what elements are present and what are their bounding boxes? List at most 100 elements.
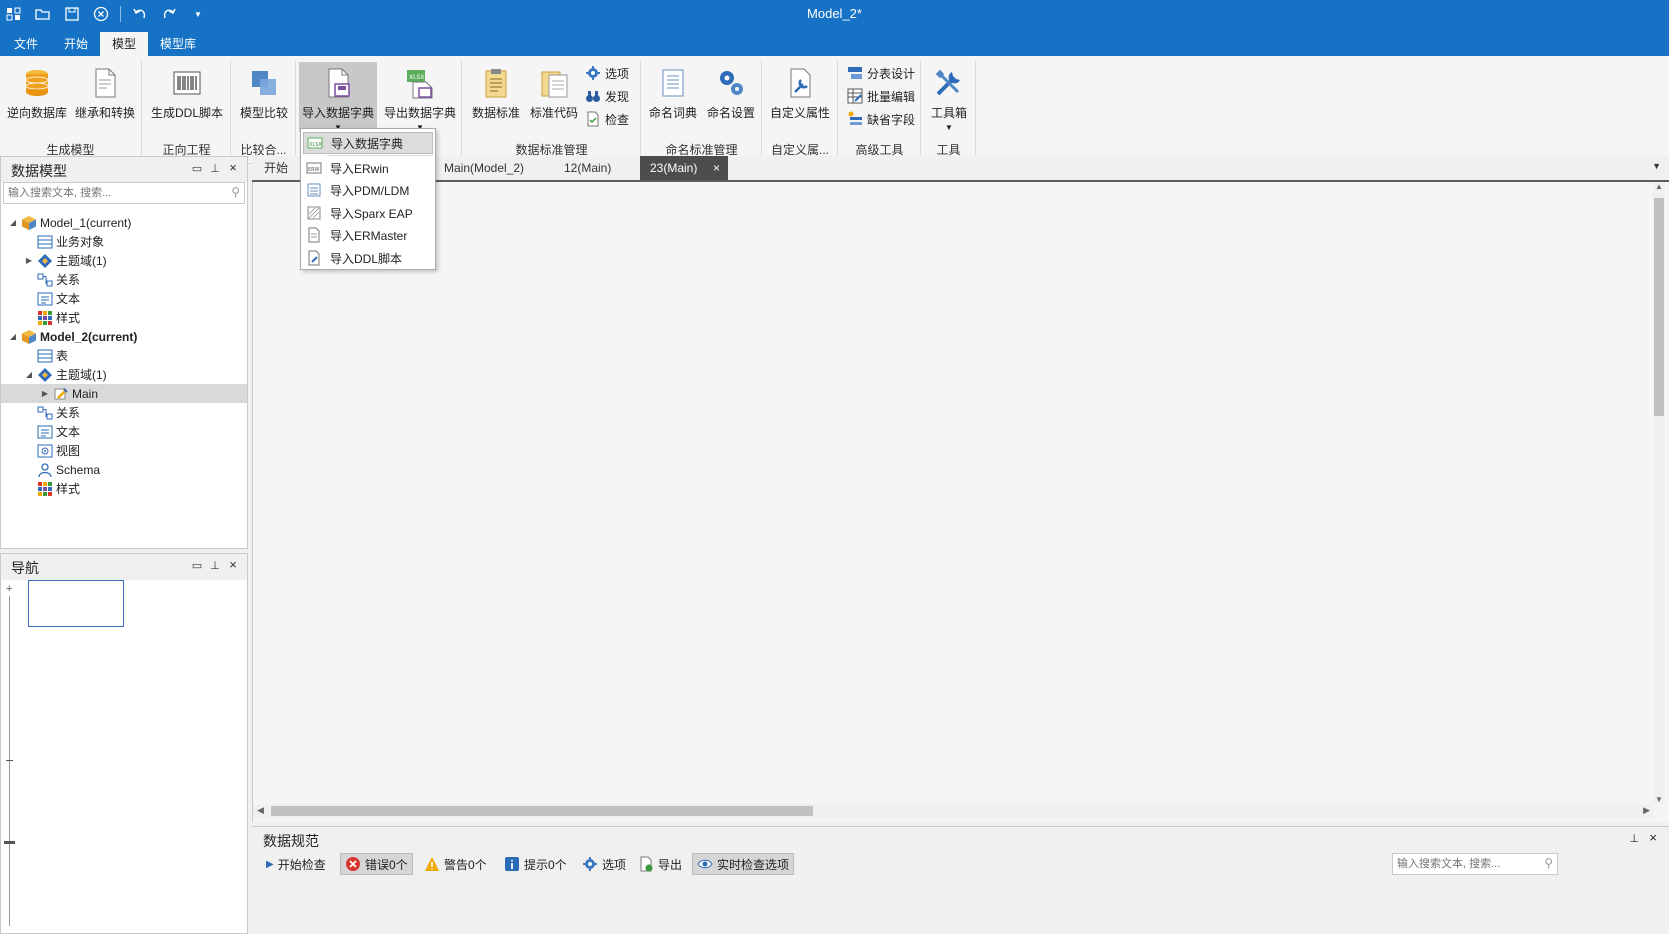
tree-item-styles[interactable]: 样式	[1, 479, 247, 498]
model-search-field[interactable]: ⚲	[3, 182, 245, 204]
tab-main-model-2[interactable]: Main(Model_2)	[434, 156, 534, 180]
diagram-canvas[interactable]: ▲ ▼ ◀ ▶	[252, 182, 1669, 822]
document-wrench-icon	[790, 68, 811, 98]
menu-item-import-pdm[interactable]: 导入PDM/LDM	[303, 179, 433, 201]
scroll-left-icon[interactable]: ◀	[257, 805, 264, 816]
custom-attributes-button[interactable]: 自定义属性	[767, 62, 833, 134]
menu-item-import-sparx[interactable]: 导入Sparx EAP	[303, 202, 433, 224]
tab-start[interactable]: 开始	[52, 32, 100, 56]
title-bar: ▼ Model_2* 文件 开始 模型 模型库	[0, 0, 1669, 56]
realtime-check-options-button[interactable]: 实时检查选项	[692, 853, 795, 875]
tree-item-model-1[interactable]: ◢ Model_1(current)	[1, 213, 247, 232]
generate-ddl-button[interactable]: 生成DDL脚本	[149, 62, 225, 134]
tree-item-tables[interactable]: 表	[1, 346, 247, 365]
eye-icon	[697, 859, 713, 869]
expand-arrow-icon[interactable]: ▶	[23, 256, 35, 265]
tree-item-relations[interactable]: 关系	[1, 403, 247, 422]
batch-edit-button[interactable]: 批量编辑	[847, 85, 915, 107]
start-check-button[interactable]: ▶ 开始检查	[262, 853, 330, 875]
tab-model-library[interactable]: 模型库	[148, 32, 208, 56]
maximize-icon[interactable]: ▭	[190, 162, 204, 175]
tree-item-views[interactable]: 视图	[1, 441, 247, 460]
export-button[interactable]: 导出	[634, 853, 686, 875]
subject-area-icon	[38, 253, 52, 268]
errors-filter-button[interactable]: 错误0个	[340, 853, 413, 875]
data-standard-button[interactable]: 数据标准	[469, 62, 523, 134]
issues-search-field[interactable]: ⚲	[1392, 853, 1558, 875]
collapse-arrow-icon[interactable]: ◢	[7, 218, 19, 227]
zoom-in-icon[interactable]: +	[6, 583, 12, 595]
close-icon[interactable]: ×	[226, 160, 240, 175]
ribbon: 逆向数据库 继承和转换 生成模型 生成DDL脚本 正向工程 模型比较 比较合..…	[0, 56, 1669, 164]
pin-icon[interactable]: ⊥	[208, 559, 222, 572]
pin-icon[interactable]: ⊥	[1629, 832, 1639, 845]
tab-file[interactable]: 文件	[0, 32, 52, 56]
gear-icon	[586, 66, 600, 80]
table-split-button[interactable]: 分表设计	[847, 62, 915, 84]
close-icon[interactable]: ×	[1649, 830, 1657, 845]
start-check-label: 开始检查	[277, 857, 326, 872]
hints-filter-button[interactable]: 提示0个	[500, 853, 571, 875]
check-options-button[interactable]: 选项	[578, 853, 630, 875]
horizontal-scrollbar[interactable]: ◀ ▶	[253, 804, 1654, 818]
tree-item-relations[interactable]: 关系	[1, 270, 247, 289]
tree-item-main-diagram[interactable]: ▶ Main	[1, 384, 247, 403]
export-dictionary-button[interactable]: XLSX 导出数据字典 ▼	[381, 62, 459, 134]
menu-item-import-erwin[interactable]: ERW 导入ERwin	[303, 157, 433, 179]
tab-23-main[interactable]: 23(Main) ×	[640, 156, 728, 180]
vertical-scrollbar-thumb[interactable]	[1654, 198, 1664, 416]
table-icon	[37, 349, 53, 362]
model-tree: ◢ Model_1(current) 业务对象 ▶ 主题域(1) 关系 文本 样…	[1, 213, 247, 498]
split-table-icon	[848, 67, 862, 79]
tree-item-subject-area[interactable]: ◢ 主题域(1)	[1, 365, 247, 384]
naming-settings-button[interactable]: 命名设置	[704, 62, 758, 134]
tab-list-dropdown-icon[interactable]: ▼	[1652, 161, 1661, 171]
navigation-panel: 导航 ▭ ⊥ × +	[0, 553, 248, 934]
issues-search-input[interactable]	[1393, 854, 1557, 874]
scroll-up-icon[interactable]: ▲	[1655, 182, 1663, 191]
sparx-icon	[307, 206, 321, 220]
menu-item-import-ddl[interactable]: 导入DDL脚本	[303, 247, 433, 269]
maximize-icon[interactable]: ▭	[190, 559, 204, 572]
collapse-arrow-icon[interactable]: ◢	[23, 370, 35, 379]
model-search-input[interactable]	[4, 183, 244, 203]
tree-item-schema[interactable]: Schema	[1, 460, 247, 479]
tree-item-text[interactable]: 文本	[1, 289, 247, 308]
model-compare-button[interactable]: 模型比较	[236, 62, 292, 134]
navigation-viewport[interactable]	[28, 580, 124, 627]
inherit-convert-button[interactable]: 继承和转换	[74, 62, 136, 134]
warning-icon	[425, 857, 439, 871]
pin-icon[interactable]: ⊥	[208, 162, 222, 175]
zoom-slider-thumb[interactable]	[4, 841, 15, 844]
menu-item-import-ermaster[interactable]: 导入ERMaster	[303, 224, 433, 246]
options-button[interactable]: 选项	[585, 62, 629, 84]
standard-code-button[interactable]: 标准代码	[527, 62, 581, 134]
data-model-panel: 数据模型 ▭ ⊥ × ⚲ ◢ Model_1(current) 业务对象 ▶ 主…	[0, 156, 248, 549]
collapse-arrow-icon[interactable]: ◢	[7, 332, 19, 341]
warnings-filter-button[interactable]: 警告0个	[420, 853, 491, 875]
naming-dictionary-button[interactable]: 命名词典	[646, 62, 700, 134]
scroll-down-icon[interactable]: ▼	[1655, 795, 1663, 804]
tree-item-subject-area[interactable]: ▶ 主题域(1)	[1, 251, 247, 270]
reverse-database-button[interactable]: 逆向数据库	[6, 62, 68, 134]
tab-12-main[interactable]: 12(Main)	[554, 156, 621, 180]
default-fields-button[interactable]: 缺省字段	[847, 108, 915, 130]
tree-item-model-2[interactable]: ◢ Model_2(current)	[1, 327, 247, 346]
horizontal-scrollbar-thumb[interactable]	[271, 806, 813, 816]
check-button[interactable]: 检查	[585, 108, 629, 130]
expand-arrow-icon[interactable]: ▶	[39, 389, 51, 398]
toolbox-button[interactable]: 工具箱 ▼	[926, 62, 972, 134]
tree-item-business-objects[interactable]: 业务对象	[1, 232, 247, 251]
tree-item-text[interactable]: 文本	[1, 422, 247, 441]
menu-item-import-dictionary[interactable]: XLSX 导入数据字典	[303, 132, 433, 154]
scroll-right-icon[interactable]: ▶	[1643, 805, 1650, 816]
vertical-scrollbar[interactable]: ▲ ▼	[1653, 182, 1665, 804]
close-icon[interactable]: ×	[226, 557, 240, 572]
discover-button[interactable]: 发现	[585, 85, 629, 107]
tab-start-page[interactable]: 开始	[254, 156, 298, 180]
tree-item-styles[interactable]: 样式	[1, 308, 247, 327]
import-dictionary-button[interactable]: 导入数据字典 ▼	[299, 62, 377, 132]
tab-model[interactable]: 模型	[100, 32, 149, 56]
close-icon[interactable]: ×	[713, 156, 720, 180]
zoom-slider[interactable]	[9, 596, 10, 926]
